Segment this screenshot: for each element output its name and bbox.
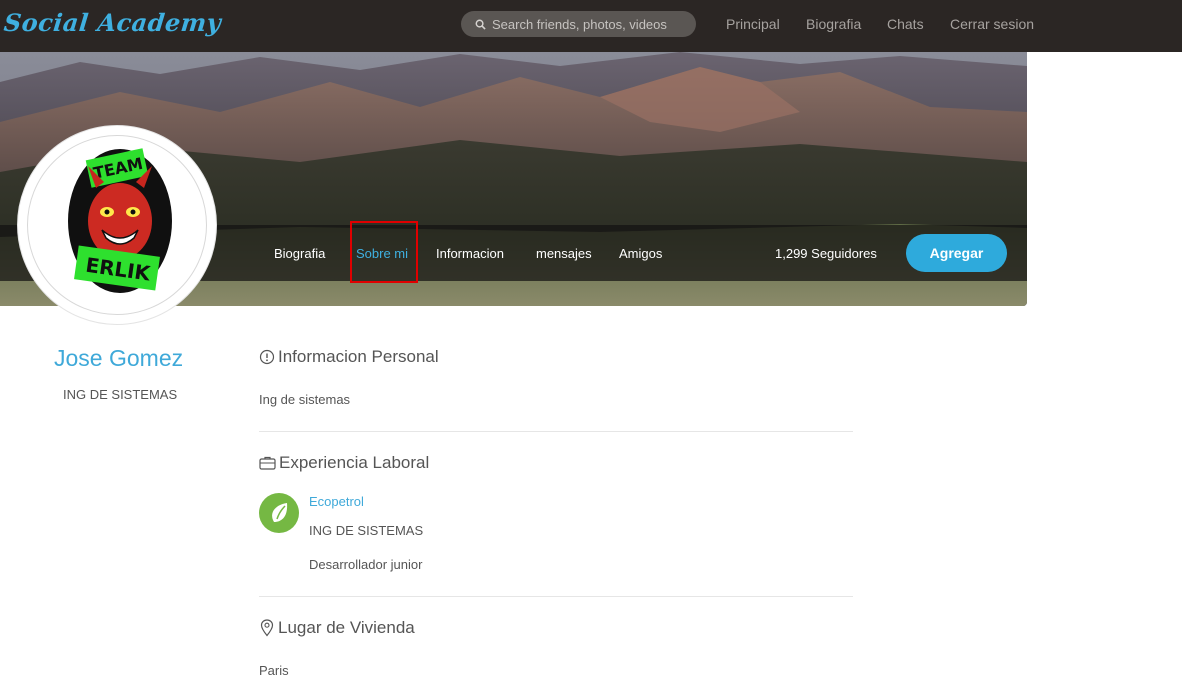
search-box[interactable] bbox=[461, 11, 696, 37]
profile-title: ING DE SISTEMAS bbox=[63, 387, 178, 402]
home-location-heading: Lugar de Vivienda bbox=[259, 618, 415, 638]
search-icon bbox=[475, 19, 486, 30]
followers-count: 1,299 Seguidores bbox=[775, 246, 877, 261]
home-city: Paris bbox=[259, 663, 289, 678]
nav-chats[interactable]: Chats bbox=[887, 16, 924, 32]
avatar[interactable]: TEAM ERLIK bbox=[17, 125, 217, 325]
active-tab-highlight bbox=[350, 221, 418, 283]
leaf-icon bbox=[272, 503, 288, 522]
info-circle-icon bbox=[259, 349, 275, 365]
work-position: Desarrollador junior bbox=[309, 557, 423, 572]
tab-mensajes[interactable]: mensajes bbox=[536, 246, 592, 261]
nav-cerrar-sesion[interactable]: Cerrar sesion bbox=[950, 16, 1034, 32]
tab-informacion[interactable]: Informacion bbox=[436, 246, 504, 261]
nav-principal[interactable]: Principal bbox=[726, 16, 780, 32]
tab-amigos[interactable]: Amigos bbox=[619, 246, 662, 261]
home-location-heading-text: Lugar de Vivienda bbox=[278, 618, 415, 637]
work-experience-heading: Experiencia Laboral bbox=[259, 453, 429, 473]
top-navbar: Social Academy Principal Biografia Chats… bbox=[0, 0, 1182, 52]
company-logo bbox=[259, 493, 299, 533]
tab-biografia[interactable]: Biografia bbox=[274, 246, 325, 261]
add-friend-button[interactable]: Agregar bbox=[906, 234, 1007, 272]
map-pin-icon bbox=[260, 619, 274, 637]
company-name[interactable]: Ecopetrol bbox=[309, 494, 364, 509]
nav-biografia[interactable]: Biografia bbox=[806, 16, 861, 32]
section-divider bbox=[259, 596, 853, 597]
profile-name: Jose Gomez bbox=[54, 345, 184, 371]
team-erlik-logo-image: TEAM ERLIK bbox=[68, 148, 172, 293]
personal-info-heading-text: Informacion Personal bbox=[278, 347, 439, 366]
work-experience-heading-text: Experiencia Laboral bbox=[279, 453, 430, 472]
brand-logo[interactable]: Social Academy bbox=[2, 8, 222, 37]
personal-info-heading: Informacion Personal bbox=[259, 347, 439, 367]
section-divider bbox=[259, 431, 853, 432]
personal-info-text: Ing de sistemas bbox=[259, 392, 351, 407]
search-input[interactable] bbox=[492, 16, 692, 32]
briefcase-icon bbox=[259, 456, 276, 470]
work-role: ING DE SISTEMAS bbox=[309, 523, 424, 538]
